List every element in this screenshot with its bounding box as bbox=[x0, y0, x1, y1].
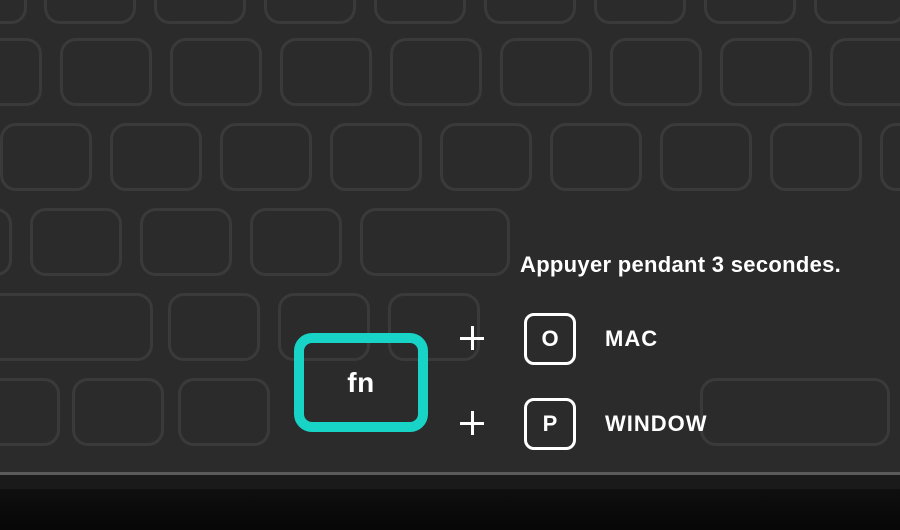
ghost-key bbox=[168, 293, 260, 361]
os-label-window: WINDOW bbox=[605, 411, 708, 437]
ghost-key bbox=[264, 0, 356, 24]
ghost-key bbox=[154, 0, 246, 24]
ghost-key bbox=[178, 378, 270, 446]
plus-icon bbox=[460, 326, 484, 350]
fn-key-label: fn bbox=[347, 367, 374, 399]
o-key-label: O bbox=[541, 326, 558, 352]
p-key: P bbox=[524, 398, 576, 450]
o-key: O bbox=[524, 313, 576, 365]
ghost-key bbox=[720, 38, 812, 106]
ghost-key bbox=[60, 38, 152, 106]
p-key-label: P bbox=[543, 411, 558, 437]
ghost-key bbox=[110, 123, 202, 191]
ghost-key bbox=[830, 38, 900, 106]
ghost-key bbox=[484, 0, 576, 24]
plus-icon bbox=[460, 411, 484, 435]
ghost-key bbox=[0, 0, 27, 24]
ghost-key bbox=[0, 378, 60, 446]
ghost-key bbox=[330, 123, 422, 191]
ghost-key bbox=[250, 208, 342, 276]
keyboard-illustration: Appuyer pendant 3 secondes. fn O MAC P W… bbox=[0, 0, 900, 530]
ghost-key bbox=[660, 123, 752, 191]
ghost-key bbox=[72, 378, 164, 446]
ghost-key bbox=[704, 0, 796, 24]
ghost-key bbox=[880, 123, 900, 191]
ghost-key bbox=[550, 123, 642, 191]
ghost-key bbox=[140, 208, 232, 276]
ghost-key bbox=[390, 38, 482, 106]
ghost-key bbox=[44, 0, 136, 24]
ghost-key bbox=[700, 378, 890, 446]
ghost-key bbox=[170, 38, 262, 106]
os-label-mac: MAC bbox=[605, 326, 658, 352]
ghost-key bbox=[0, 208, 12, 276]
ghost-key bbox=[610, 38, 702, 106]
ghost-key bbox=[0, 38, 42, 106]
ghost-key bbox=[594, 0, 686, 24]
ghost-key bbox=[500, 38, 592, 106]
ghost-key bbox=[280, 38, 372, 106]
ghost-key bbox=[30, 208, 122, 276]
keyboard-shadow bbox=[0, 489, 900, 530]
ghost-key bbox=[374, 0, 466, 24]
ghost-key bbox=[814, 0, 900, 24]
keyboard-edge bbox=[0, 475, 900, 489]
ghost-key bbox=[770, 123, 862, 191]
ghost-key bbox=[0, 123, 92, 191]
ghost-key bbox=[220, 123, 312, 191]
fn-key: fn bbox=[294, 333, 428, 432]
ghost-key bbox=[0, 293, 153, 361]
instruction-text: Appuyer pendant 3 secondes. bbox=[520, 252, 841, 278]
ghost-key bbox=[360, 208, 510, 276]
ghost-key bbox=[440, 123, 532, 191]
